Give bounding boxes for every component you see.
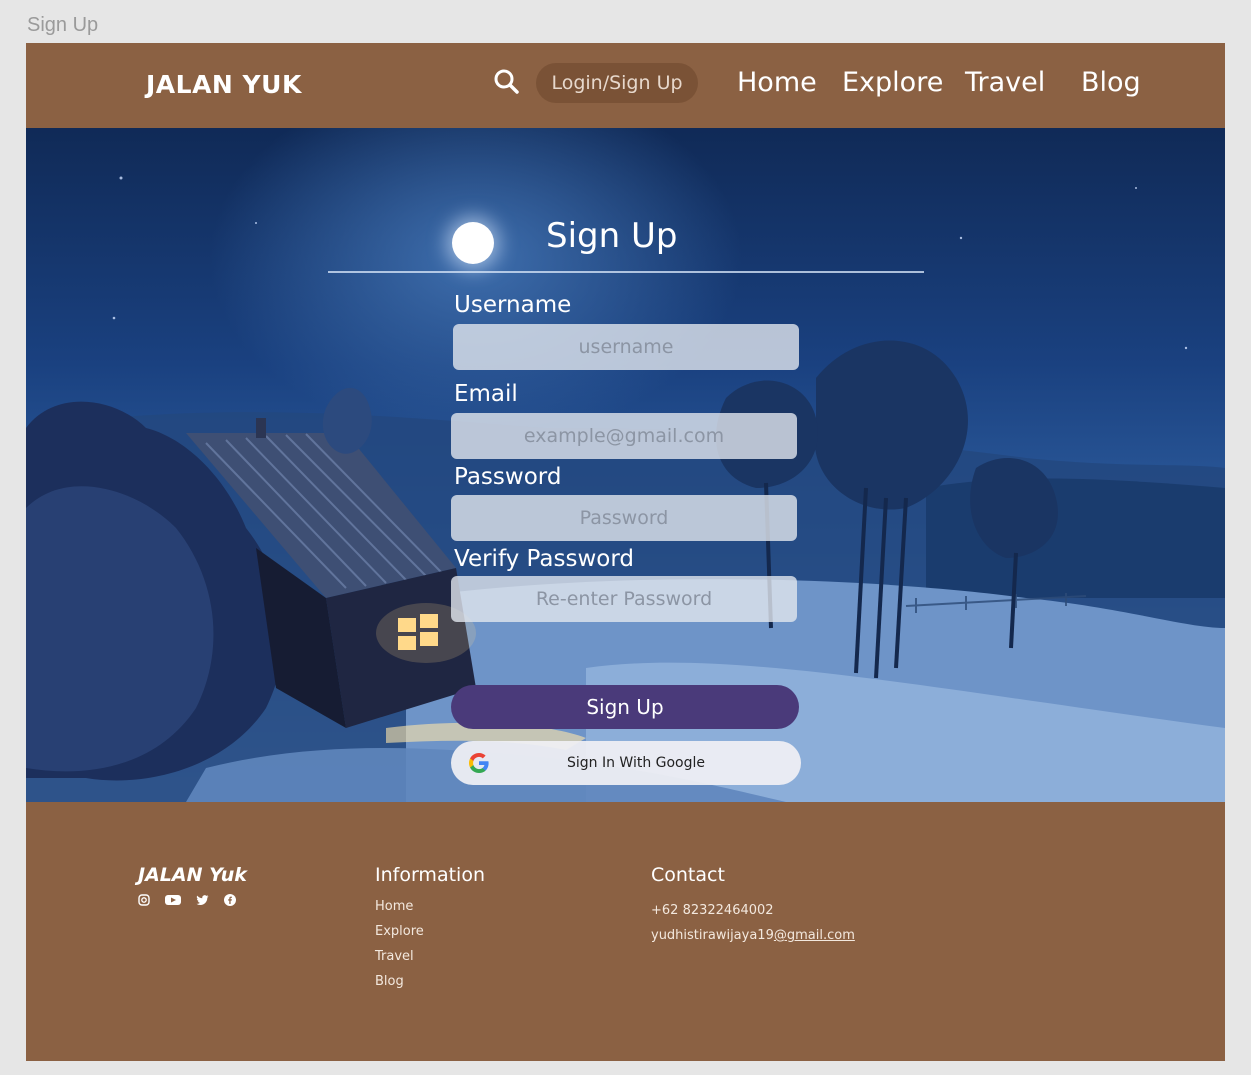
title-divider — [328, 271, 924, 273]
footer-brand: JALAN Yuk — [138, 864, 247, 886]
site-logo[interactable]: JALAN YUK — [146, 70, 302, 99]
login-signup-button[interactable]: Login/Sign Up — [536, 63, 698, 103]
username-label: Username — [454, 292, 572, 318]
contact-email[interactable]: yudhistirawijaya19@gmail.com — [651, 928, 855, 943]
footer-link-travel[interactable]: Travel — [375, 949, 414, 964]
nav-travel[interactable]: Travel — [965, 67, 1045, 98]
footer-link-blog[interactable]: Blog — [375, 974, 404, 989]
contact-phone: +62 82322464002 — [651, 903, 774, 918]
verify-password-input[interactable] — [451, 576, 797, 622]
contact-email-domain: @gmail.com — [773, 928, 855, 943]
password-input[interactable] — [451, 495, 797, 541]
top-navbar: JALAN YUK Login/Sign Up Home Explore Tra… — [26, 43, 1225, 128]
username-input[interactable] — [453, 324, 799, 370]
frame-label: Sign Up — [27, 14, 99, 36]
instagram-icon[interactable] — [138, 891, 150, 910]
email-label: Email — [454, 381, 518, 407]
footer: JALAN Yuk Information Home Explore Trave… — [26, 802, 1225, 1061]
search-icon[interactable] — [492, 67, 520, 95]
contact-heading: Contact — [651, 864, 725, 886]
page-frame: JALAN YUK Login/Sign Up Home Explore Tra… — [26, 43, 1225, 1061]
verify-password-label: Verify Password — [454, 546, 634, 572]
password-label: Password — [454, 464, 562, 490]
contact-email-user: yudhistirawijaya19 — [651, 928, 774, 943]
information-heading: Information — [375, 864, 485, 886]
google-sign-in-label: Sign In With Google — [566, 755, 706, 771]
email-input[interactable] — [451, 413, 797, 459]
google-sign-in-button[interactable]: Sign In With Google — [451, 741, 801, 785]
youtube-icon[interactable] — [165, 891, 182, 910]
hero-background: Sign Up Username Email Password Verify P… — [26, 128, 1225, 802]
form-title: Sign Up — [546, 216, 678, 256]
social-links — [138, 890, 246, 906]
footer-link-home[interactable]: Home — [375, 899, 413, 914]
nav-home[interactable]: Home — [737, 67, 817, 98]
sign-up-button[interactable]: Sign Up — [451, 685, 799, 729]
footer-link-explore[interactable]: Explore — [375, 924, 424, 939]
moon-icon — [452, 222, 494, 264]
nav-explore[interactable]: Explore — [842, 67, 943, 98]
nav-blog[interactable]: Blog — [1081, 67, 1141, 98]
facebook-icon[interactable] — [224, 891, 237, 910]
twitter-icon[interactable] — [196, 891, 209, 910]
